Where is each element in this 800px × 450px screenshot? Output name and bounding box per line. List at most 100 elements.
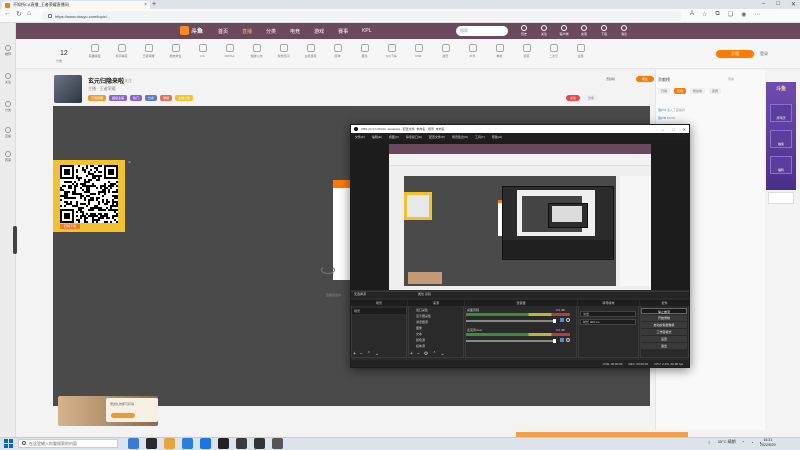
qr-close-icon[interactable]: ×: [128, 160, 131, 166]
taskbar-app-icon[interactable]: [254, 438, 265, 449]
volume-slider[interactable]: [466, 320, 556, 322]
source-settings-icon[interactable]: ⚙: [424, 351, 428, 357]
category-item[interactable]: 主机游戏: [300, 44, 321, 58]
source-item[interactable]: 颜色源: [410, 338, 462, 343]
source-item[interactable]: 图像: [410, 326, 462, 331]
new-tab-button[interactable]: +: [152, 1, 156, 8]
speaker-icon[interactable]: [560, 318, 564, 322]
control-button[interactable]: 退出: [641, 343, 687, 349]
category-item[interactable]: 单机: [489, 44, 510, 58]
site-search-input[interactable]: 搜索: [456, 26, 508, 36]
chat-tab[interactable]: 周榜: [674, 88, 687, 94]
windows-start-icon[interactable]: [4, 439, 13, 448]
add-source-icon[interactable]: +: [410, 351, 413, 357]
taskbar-app-icon[interactable]: [164, 438, 175, 449]
nav-live[interactable]: 直播: [242, 28, 252, 35]
category-item[interactable]: 魔兽: [435, 44, 456, 58]
open-live-button[interactable]: 开播: [716, 50, 754, 58]
network-icon[interactable]: ◔: [751, 440, 753, 445]
obs-menu-item[interactable]: 视图(V): [389, 135, 399, 139]
client-button[interactable]: 客户端: [558, 25, 570, 36]
back-icon[interactable]: ←: [4, 10, 11, 18]
obs-menu-item[interactable]: 配置文件(P): [429, 135, 445, 139]
category-item[interactable]: 和平精英: [111, 44, 132, 58]
move-down-icon[interactable]: ⌄: [375, 351, 379, 357]
obs-menu-item[interactable]: 文件(F): [355, 135, 365, 139]
streamer-avatar[interactable]: [54, 75, 82, 103]
taskbar-app-icon[interactable]: [182, 438, 193, 449]
nav-matches[interactable]: 赛事: [338, 28, 348, 35]
chat-tab[interactable]: 日榜: [658, 88, 671, 94]
chat-rank-link[interactable]: 周榜: [728, 77, 734, 81]
obs-menu-item[interactable]: 编辑(E): [372, 135, 382, 139]
category-item[interactable]: 英雄联盟: [84, 44, 105, 58]
taskbar-app-icon[interactable]: [218, 438, 229, 449]
source-item[interactable]: 窗口采集: [410, 308, 462, 313]
chat-user[interactable]: 用户B: [658, 116, 666, 120]
nav-kpl[interactable]: KPL: [362, 28, 371, 35]
fans-button[interactable]: 粉丝: [636, 76, 654, 82]
mixer-settings-icon[interactable]: [566, 318, 570, 322]
sidebar-item-match[interactable]: 赛事: [1, 151, 15, 162]
sidebar-collapse-handle[interactable]: [13, 226, 17, 254]
chat-user[interactable]: 用户A: [658, 108, 666, 112]
category-item[interactable]: 颜值: [516, 44, 537, 58]
promo-item[interactable]: 抽奖: [770, 130, 792, 148]
volume-slider-knob[interactable]: [553, 339, 556, 343]
remove-source-icon[interactable]: −: [417, 351, 420, 357]
taskbar-app-icon[interactable]: [200, 438, 211, 449]
category-item[interactable]: CS: [192, 44, 213, 58]
streamer-tag[interactable]: 热门: [130, 95, 143, 101]
streamer-tag[interactable]: 举报: [160, 95, 173, 101]
volume-slider-knob[interactable]: [553, 319, 556, 323]
control-button[interactable]: 启动虚拟摄像机: [641, 322, 687, 328]
mixer-settings-icon[interactable]: [566, 338, 570, 342]
source-item[interactable]: 显示器采集: [410, 314, 462, 319]
promo-bottom[interactable]: [768, 192, 794, 204]
volume-slider[interactable]: [466, 340, 556, 342]
recharge-button[interactable]: 充值: [578, 25, 590, 36]
streamer-tag[interactable]: 超级主播: [109, 95, 128, 101]
browser-tab[interactable]: 不知所CA直播_王者荣耀直播间 ×: [2, 1, 150, 9]
source-item[interactable]: 文本: [410, 332, 462, 337]
transition-select[interactable]: 淡出: [580, 311, 636, 317]
minimize-icon[interactable]: –: [762, 1, 765, 8]
streamer-tag[interactable]: 主播公告: [175, 95, 194, 101]
obs-menu-item[interactable]: 场景集合(S): [452, 135, 468, 139]
rank-link[interactable]: 贡献榜: [606, 77, 615, 81]
taskbar-app-icon[interactable]: [272, 438, 283, 449]
category-item[interactable]: 二次元: [543, 44, 564, 58]
sidebar-item-live[interactable]: 直播: [1, 127, 15, 138]
source-item[interactable]: 浏览器源: [410, 320, 462, 325]
scene-list-item[interactable]: 场景: [352, 308, 406, 314]
taskbar-app-icon[interactable]: [146, 438, 157, 449]
nav-home[interactable]: 首页: [218, 28, 228, 35]
nav-esports[interactable]: 电竞: [290, 28, 300, 35]
category-item[interactable]: 户外: [462, 44, 483, 58]
category-item[interactable]: DOTA2: [219, 44, 240, 58]
site-logo[interactable]: 斗鱼: [180, 26, 203, 35]
sidebar-item-category[interactable]: 分类: [1, 101, 15, 112]
message-button[interactable]: 消息: [618, 25, 630, 36]
close-window-icon[interactable]: ✕: [791, 1, 796, 8]
follow-button[interactable]: 关注: [538, 25, 550, 36]
favorite-star-icon[interactable]: ☆: [702, 11, 707, 18]
promo-item[interactable]: 周年庆: [770, 104, 792, 122]
sidebar-item-recommend[interactable]: 推荐: [1, 45, 15, 56]
obs-maximize-icon[interactable]: □: [672, 127, 674, 132]
tab-close-icon[interactable]: ×: [144, 2, 147, 8]
streamer-tag[interactable]: 王者荣耀: [88, 95, 107, 101]
room-action-button[interactable]: 分享: [584, 95, 599, 101]
category-item[interactable]: 全部: [570, 44, 591, 58]
obs-menu-item[interactable]: 帮助(H): [492, 135, 502, 139]
category-item[interactable]: 原神: [327, 44, 348, 58]
url-field[interactable]: https://www.douyu.com/topic/...: [42, 11, 682, 21]
weather-icon[interactable]: ☾: [708, 440, 712, 445]
nav-category[interactable]: 分类: [266, 28, 276, 35]
obs-menu-item[interactable]: 工具(T): [475, 135, 485, 139]
category-item[interactable]: 穿越火线: [246, 44, 267, 58]
home-icon[interactable]: ⌂: [27, 10, 31, 18]
sidebar-item-follow[interactable]: 关注: [1, 73, 15, 84]
taskbar-app-icon[interactable]: [128, 438, 139, 449]
streamer-tag[interactable]: 分享: [145, 95, 158, 101]
